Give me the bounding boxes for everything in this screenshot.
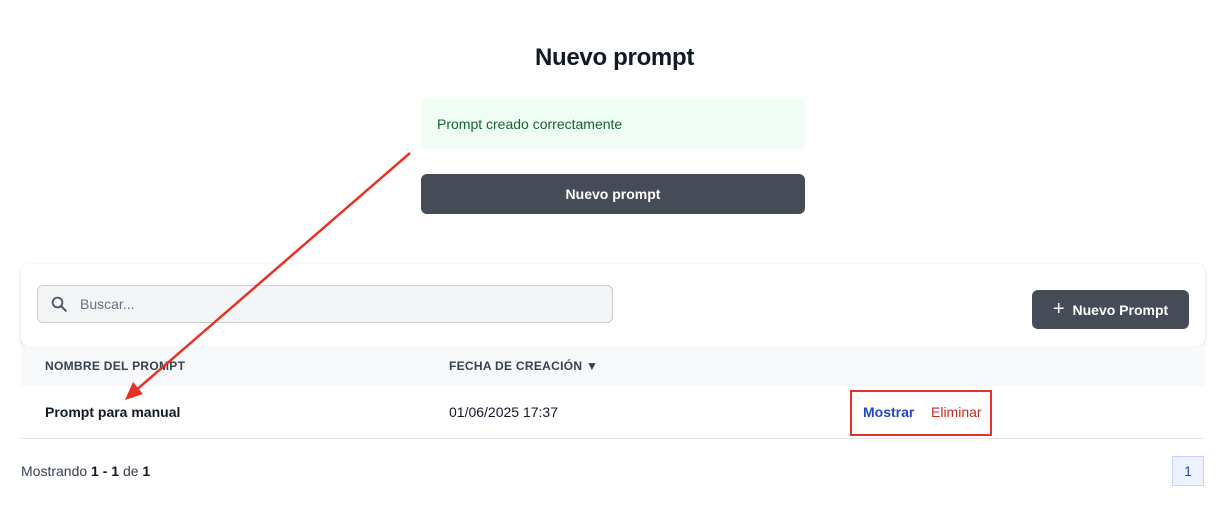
- search-icon: [51, 296, 67, 312]
- table-header: NOMBRE DEL PROMPT FECHA DE CREACIÓN ▼: [21, 346, 1205, 386]
- add-prompt-button-label: Nuevo Prompt: [1072, 301, 1169, 318]
- plus-icon: +: [1052, 297, 1065, 320]
- row-prompt-name: Prompt para manual: [45, 404, 181, 420]
- success-alert-message: Prompt creado correctamente: [437, 116, 623, 132]
- page-title: Nuevo prompt: [534, 44, 695, 71]
- add-prompt-button[interactable]: + Nuevo Prompt: [1032, 290, 1189, 329]
- new-prompt-submit-button[interactable]: Nuevo prompt: [421, 174, 805, 214]
- search-box[interactable]: [37, 285, 613, 323]
- annotation-highlight-box: [850, 390, 992, 436]
- column-header-date[interactable]: FECHA DE CREACIÓN ▼: [449, 359, 598, 373]
- pagination-prefix: Mostrando: [21, 463, 88, 479]
- column-header-name[interactable]: NOMBRE DEL PROMPT: [45, 359, 185, 373]
- success-alert: Prompt creado correctamente: [421, 98, 805, 150]
- toolbar-card: + Nuevo Prompt: [21, 264, 1205, 346]
- table-row: Prompt para manual 01/06/2025 17:37 Most…: [21, 386, 1205, 439]
- row-created-date: 01/06/2025 17:37: [449, 404, 558, 420]
- page: Nuevo prompt Prompt creado correctamente…: [0, 0, 1229, 515]
- search-input[interactable]: [78, 295, 562, 313]
- pagination-range: 1 - 1: [91, 463, 120, 479]
- pagination-total: 1: [142, 463, 151, 479]
- pagination-of: de: [122, 463, 139, 479]
- pagination-page-button[interactable]: 1: [1172, 456, 1204, 486]
- pagination-summary: Mostrando 1 - 1 de 1: [21, 463, 150, 479]
